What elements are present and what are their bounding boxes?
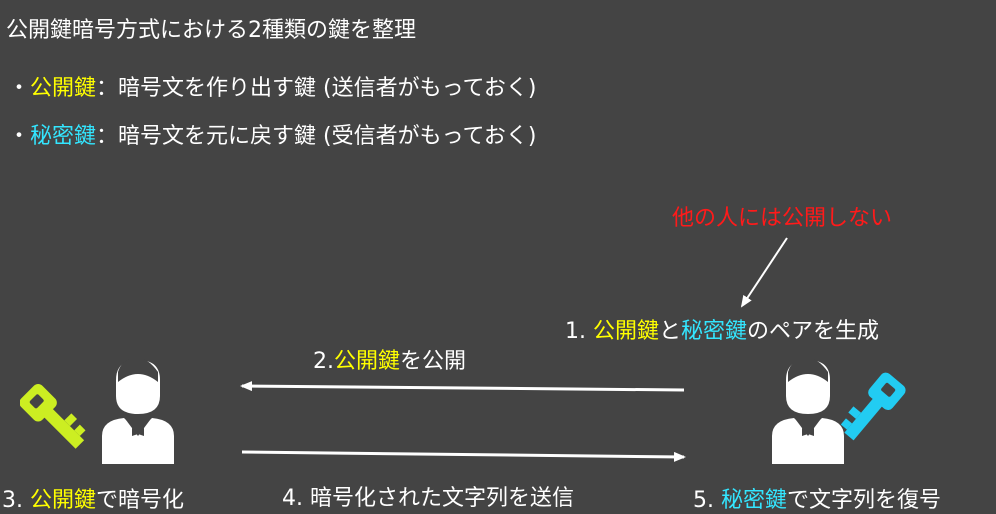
note-pointer-arrow [740,237,788,308]
sender-key-icon [20,384,86,449]
receiver-key-icon [840,372,906,441]
sender-person-icon [102,358,174,464]
send-arrow [241,450,686,462]
publish-arrow [240,381,685,392]
